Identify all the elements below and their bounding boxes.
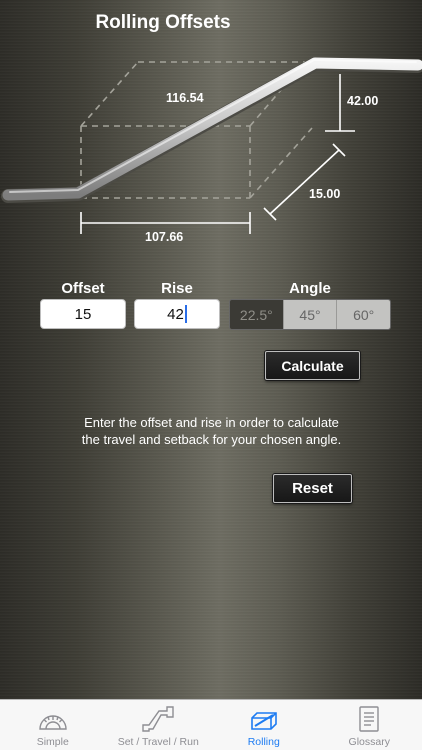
- rise-input[interactable]: 42: [134, 299, 220, 329]
- angle-option-22-5[interactable]: 22.5°: [230, 300, 283, 329]
- pipe-offset-icon: [142, 706, 174, 732]
- tab-rolling[interactable]: Rolling: [211, 700, 317, 750]
- instructions-line-2: the travel and setback for your chosen a…: [81, 432, 342, 447]
- travel-label: 116.54: [166, 91, 204, 105]
- angle-label: Angle: [289, 280, 331, 297]
- offset-value: 15: [74, 305, 92, 323]
- tab-label-glossary: Glossary: [348, 736, 390, 748]
- setback-dimension: [263, 143, 346, 221]
- document-icon: [359, 706, 379, 732]
- box-pipe-icon: [250, 712, 277, 730]
- tab-glossary[interactable]: Glossary: [317, 700, 422, 750]
- angle-segmented-control[interactable]: 22.5° 45° 60°: [229, 299, 391, 330]
- pipe: [1, 57, 422, 203]
- offset-input[interactable]: 15: [40, 299, 126, 329]
- tab-label-rolling: Rolling: [247, 736, 280, 748]
- tab-bar: Simple Set / Travel / Run Rolling Glossa…: [0, 699, 422, 750]
- text-caret: [184, 305, 187, 323]
- tab-set-travel-run[interactable]: Set / Travel / Run: [106, 700, 212, 750]
- offset-label: Offset: [61, 280, 105, 297]
- page-title: Rolling Offsets: [95, 12, 231, 33]
- instructions-line-1: Enter the offset and rise in order to ca…: [84, 415, 339, 430]
- rise-field-label: Rise: [161, 280, 193, 297]
- rise-label: 42.00: [347, 94, 378, 108]
- calculate-button[interactable]: Calculate: [265, 351, 360, 380]
- tab-simple[interactable]: Simple: [0, 700, 106, 750]
- angle-option-45[interactable]: 45°: [282, 300, 337, 329]
- rise-value: 42: [167, 305, 184, 323]
- tab-label-set-travel-run: Set / Travel / Run: [117, 736, 199, 748]
- reset-button[interactable]: Reset: [273, 474, 352, 503]
- instructions-text: Enter the offset and rise in order to ca…: [40, 414, 383, 448]
- run-label: 107.66: [145, 230, 183, 244]
- protractor-icon: [39, 715, 67, 730]
- rolling-offset-diagram: 116.54 42.00 15.00 107.66: [1, 57, 422, 244]
- setback-label: 15.00: [309, 187, 340, 201]
- tab-label-simple: Simple: [36, 736, 69, 748]
- angle-option-60[interactable]: 60°: [336, 300, 390, 329]
